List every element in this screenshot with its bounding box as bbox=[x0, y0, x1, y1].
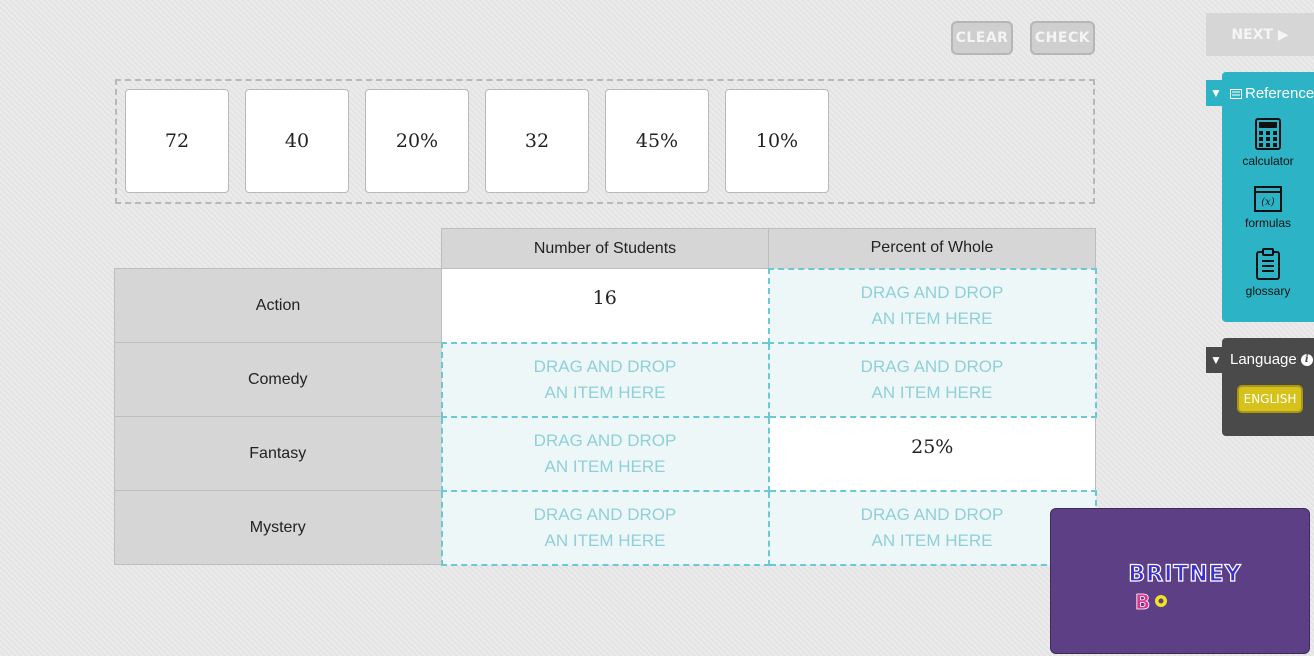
calculator-label: calculator bbox=[1242, 154, 1294, 168]
svg-text:BRITNEY: BRITNEY bbox=[1128, 562, 1241, 587]
calculator-small-icon bbox=[1230, 88, 1242, 99]
triangle-down-icon: ▼ bbox=[1210, 86, 1222, 100]
cell-value: 16 bbox=[441, 268, 769, 343]
formulas-icon: (x) bbox=[1254, 186, 1282, 212]
svg-text:(x): (x) bbox=[1261, 197, 1275, 208]
draggable-tile[interactable]: 10% bbox=[725, 89, 829, 193]
reference-title: Reference bbox=[1245, 85, 1314, 102]
clear-button[interactable]: CLEAR bbox=[951, 21, 1013, 55]
video-widget[interactable]: BRITNEY B bbox=[1050, 508, 1310, 654]
next-button[interactable]: NEXT ▶ bbox=[1206, 13, 1314, 56]
glossary-icon bbox=[1256, 248, 1280, 280]
table-row: Fantasy DRAG AND DROP AN ITEM HERE 25% bbox=[114, 415, 1096, 492]
draggable-tile[interactable]: 40 bbox=[245, 89, 349, 193]
row-label-fantasy: Fantasy bbox=[114, 416, 442, 491]
formulas-tool[interactable]: (x) formulas bbox=[1222, 186, 1314, 230]
draggable-tile[interactable]: 20% bbox=[365, 89, 469, 193]
reference-panel: Reference calculator (x) formulas glossa… bbox=[1222, 72, 1314, 322]
reference-header[interactable]: Reference bbox=[1230, 85, 1314, 102]
draggable-tile[interactable]: 32 bbox=[485, 89, 589, 193]
table-row: Action 16 DRAG AND DROP AN ITEM HERE bbox=[114, 267, 1097, 344]
column-header-students: Number of Students bbox=[441, 228, 769, 269]
row-label-action: Action bbox=[114, 268, 442, 343]
glossary-label: glossary bbox=[1245, 284, 1291, 298]
drop-zone[interactable]: DRAG AND DROP AN ITEM HERE bbox=[767, 341, 1097, 418]
glossary-tool[interactable]: glossary bbox=[1222, 248, 1314, 298]
drop-zone[interactable]: DRAG AND DROP AN ITEM HERE bbox=[440, 489, 770, 566]
drop-zone[interactable]: DRAG AND DROP AN ITEM HERE bbox=[767, 267, 1097, 344]
drop-zone[interactable]: DRAG AND DROP AN ITEM HERE bbox=[440, 341, 770, 418]
draggable-tile[interactable]: 45% bbox=[605, 89, 709, 193]
calculator-tool[interactable]: calculator bbox=[1222, 118, 1314, 168]
drop-zone[interactable]: DRAG AND DROP AN ITEM HERE bbox=[440, 415, 770, 492]
britney-logo: BRITNEY B bbox=[1128, 561, 1242, 614]
triangle-down-icon: ▼ bbox=[1210, 353, 1222, 367]
row-label-comedy: Comedy bbox=[114, 342, 442, 417]
row-label-mystery: Mystery bbox=[114, 490, 442, 565]
check-button[interactable]: CHECK bbox=[1030, 21, 1095, 55]
draggable-tile[interactable]: 72 bbox=[125, 89, 229, 193]
english-button[interactable]: ENGLISH bbox=[1237, 385, 1303, 413]
language-title: Language bbox=[1230, 351, 1297, 368]
table-row: Comedy DRAG AND DROP AN ITEM HERE DRAG AN… bbox=[114, 341, 1097, 418]
language-panel: Language i ENGLISH bbox=[1222, 338, 1314, 436]
table-corner bbox=[115, 229, 442, 269]
formulas-label: formulas bbox=[1244, 216, 1291, 230]
drop-zone[interactable]: DRAG AND DROP AN ITEM HERE bbox=[767, 489, 1097, 566]
column-header-percent: Percent of Whole bbox=[768, 228, 1096, 269]
cell-value: 25% bbox=[768, 416, 1096, 491]
table-row: Mystery DRAG AND DROP AN ITEM HERE DRAG A… bbox=[114, 489, 1097, 566]
info-icon[interactable]: i bbox=[1300, 353, 1313, 366]
language-header[interactable]: Language i bbox=[1230, 351, 1313, 368]
answer-table: Number of Students Percent of Whole Acti… bbox=[114, 228, 1097, 566]
calculator-icon bbox=[1255, 118, 1281, 150]
svg-text:B: B bbox=[1135, 590, 1150, 614]
